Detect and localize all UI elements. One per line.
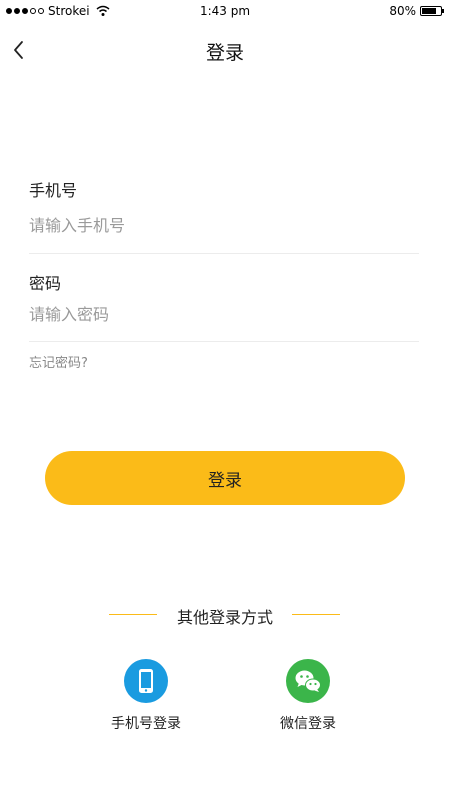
phone-field-group: 手机号 (29, 177, 419, 201)
divider-line (292, 614, 340, 615)
other-login-header: 其他登录方式 (0, 603, 450, 627)
wechat-icon (286, 659, 330, 703)
password-field-group: 密码 (29, 270, 419, 294)
other-login-title: 其他登录方式 (176, 608, 273, 627)
divider (29, 253, 419, 254)
page-title: 登录 (205, 42, 244, 64)
divider (29, 341, 419, 342)
phone-login-option[interactable]: 手机号登录 (86, 659, 206, 733)
phone-glyph (139, 669, 153, 693)
battery-icon (420, 6, 444, 16)
password-input-wrap (29, 305, 419, 324)
nav-bar: 登录 (0, 28, 450, 72)
phone-label: 手机号 (29, 181, 78, 200)
battery-fill (422, 8, 437, 14)
wechat-login-option[interactable]: 微信登录 (248, 659, 368, 733)
wechat-login-label: 微信登录 (280, 716, 336, 732)
password-label: 密码 (29, 274, 62, 293)
forgot-password-link[interactable]: 忘记密码? (29, 352, 88, 371)
status-right: 80% (389, 4, 444, 18)
status-bar: Strokei 1:43 pm 80% (0, 0, 450, 24)
password-input[interactable] (29, 305, 419, 324)
phone-login-label: 手机号登录 (111, 716, 181, 732)
phone-input[interactable] (29, 216, 419, 235)
battery-percent: 80% (389, 4, 416, 18)
status-time: 1:43 pm (199, 4, 251, 18)
wechat-glyph (295, 670, 321, 692)
login-button[interactable]: 登录 (45, 451, 405, 505)
phone-input-wrap (29, 216, 419, 235)
mobile-phone-icon (124, 659, 168, 703)
